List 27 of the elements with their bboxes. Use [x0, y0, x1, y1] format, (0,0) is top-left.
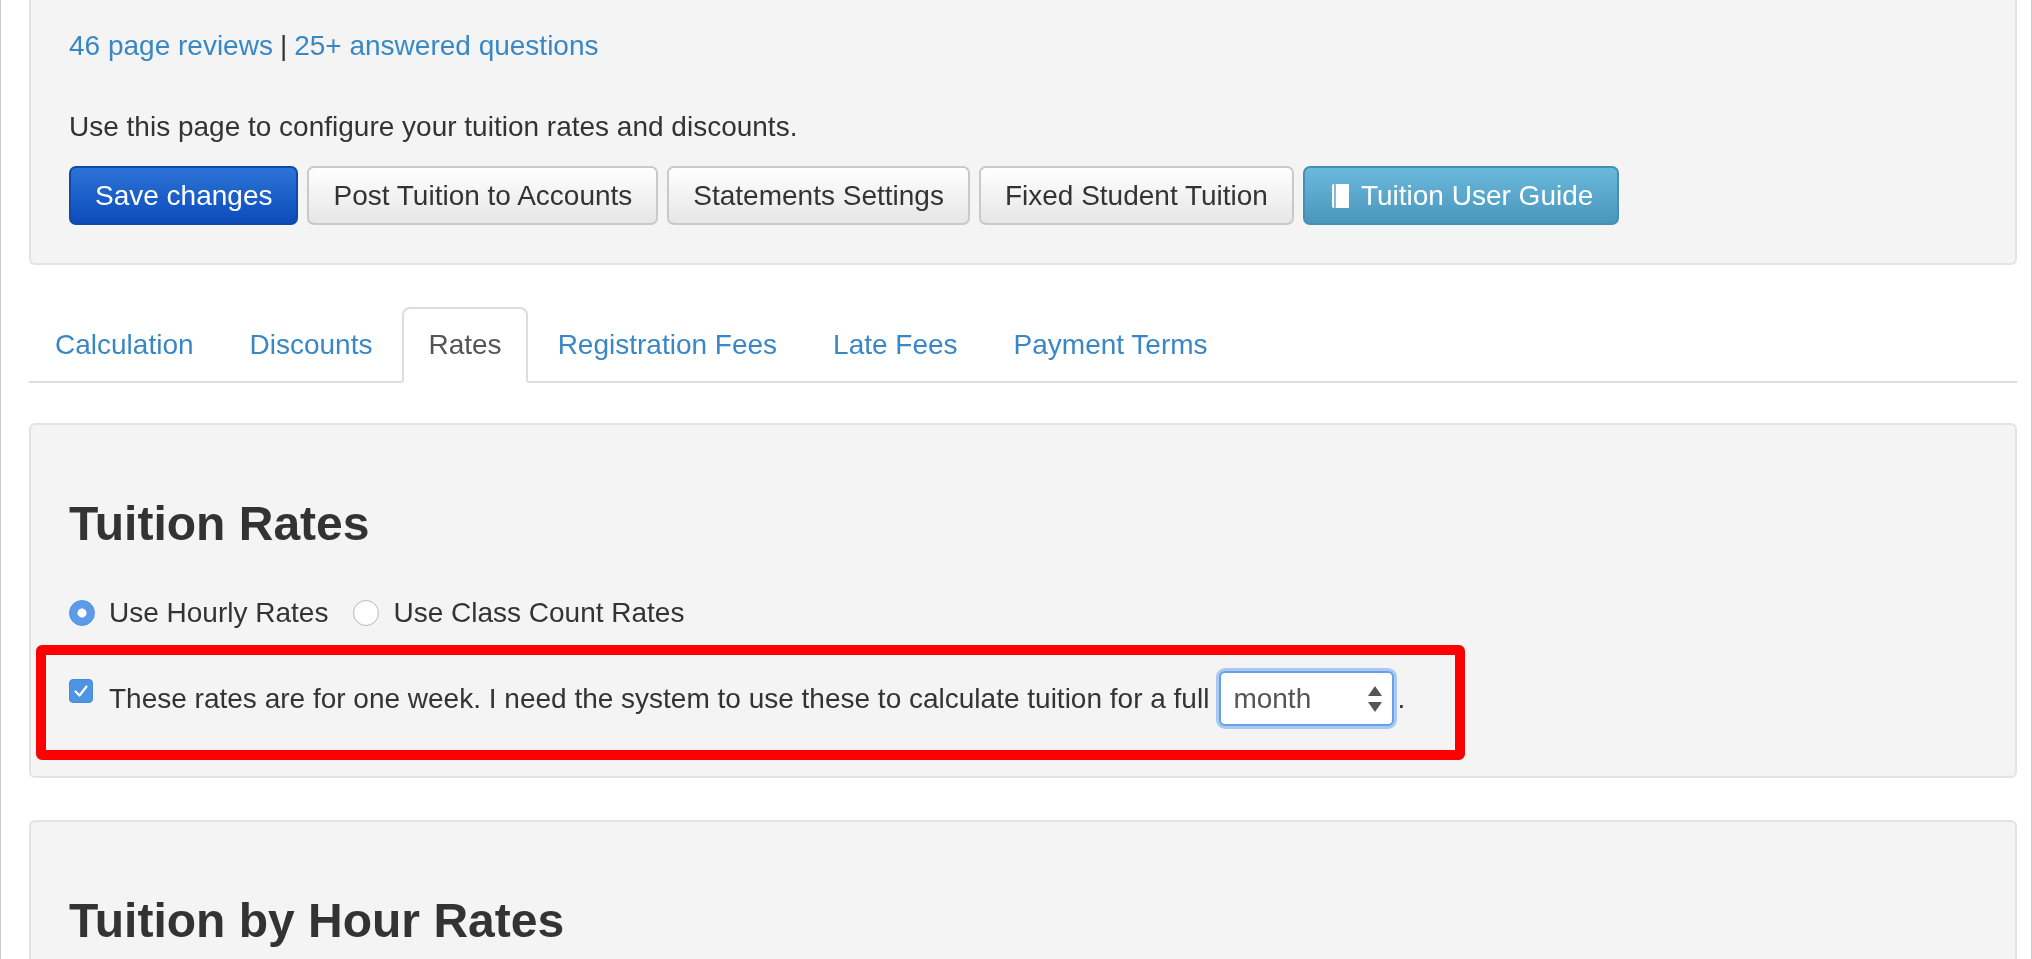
statements-settings-button[interactable]: Statements Settings — [667, 166, 970, 225]
checkmark-icon — [74, 684, 88, 697]
full-stop-text: . — [1397, 681, 1406, 716]
radio-button[interactable] — [353, 600, 380, 626]
section-heading: Tuition Rates — [69, 497, 371, 550]
tab[interactable]: Registration Fees — [531, 307, 804, 383]
page-description: Use this page to configure your tuition rates and discounts. — [69, 110, 799, 144]
setting-label: These rates are for one week. I need the system to use these to calculate tuition for a full — [109, 681, 1210, 716]
tab[interactable]: Rates — [402, 307, 528, 383]
option-label: Use Class Count Rates — [393, 596, 685, 630]
select-arrows-icon — [1368, 685, 1383, 712]
post-tuition-button[interactable]: Post Tuition to Accounts — [307, 166, 659, 225]
section-heading: Tuition by Hour Rates — [69, 894, 566, 947]
option-label: Use Hourly Rates — [109, 596, 329, 630]
fixed-tuition-button[interactable]: Fixed Student Tuition — [978, 166, 1294, 225]
checkbox[interactable] — [69, 678, 93, 703]
user-guide-button[interactable]: Tuition User Guide — [1302, 166, 1620, 225]
header-link[interactable]: 46 page reviews — [69, 30, 273, 61]
tab[interactable]: Discounts — [223, 307, 399, 383]
period-select[interactable]: month — [1219, 671, 1395, 726]
header-link[interactable]: 25+ answered questions — [294, 30, 599, 61]
radio-button[interactable] — [69, 600, 95, 626]
tab[interactable]: Late Fees — [807, 307, 984, 383]
tab[interactable]: Calculation — [29, 307, 220, 383]
save-button[interactable]: Save changes — [69, 166, 299, 225]
link-separator: | — [279, 30, 288, 61]
tab[interactable]: Payment Terms — [987, 307, 1234, 383]
